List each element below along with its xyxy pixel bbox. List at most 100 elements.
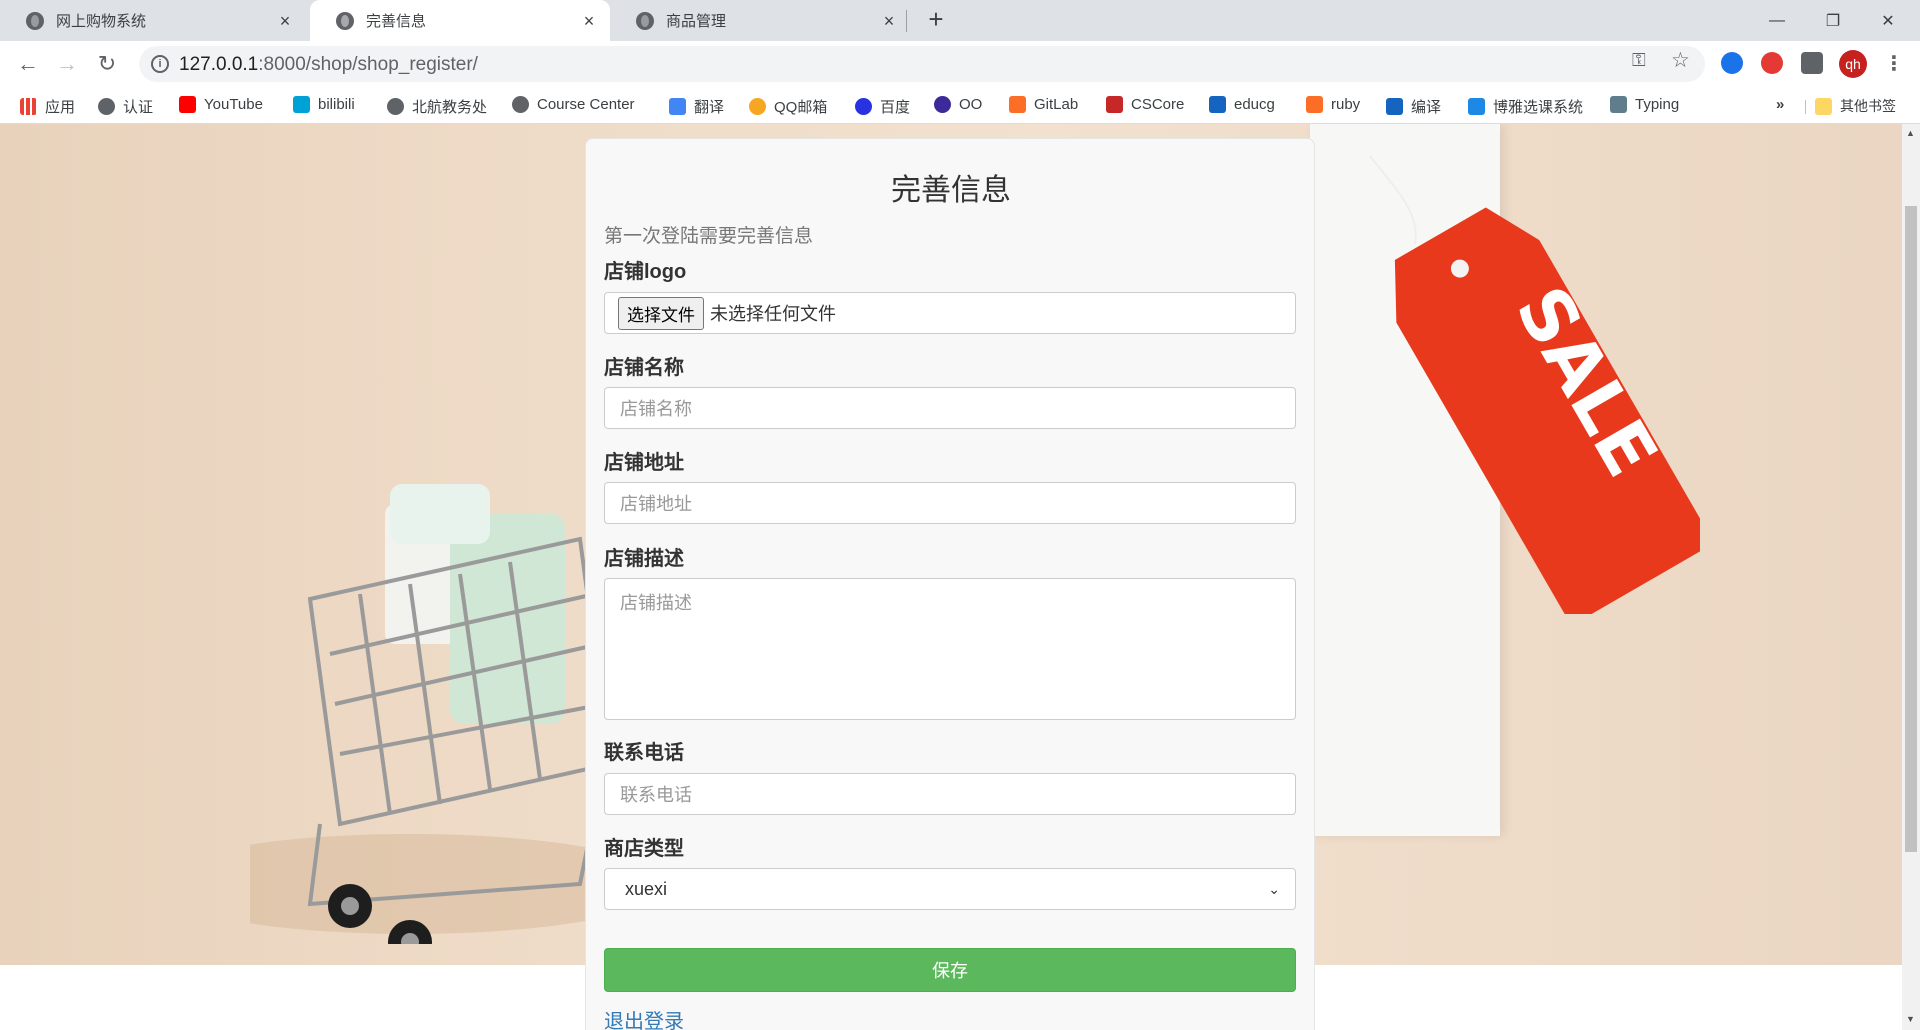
- bookmark-compile[interactable]: 编译: [1386, 96, 1441, 117]
- bookmark-label: educg: [1234, 96, 1275, 113]
- bookmark-label: 编译: [1411, 99, 1442, 116]
- tab-shopping-system[interactable]: 网上购物系统 ×: [0, 0, 306, 41]
- bookmark-bilibili[interactable]: bilibili: [293, 96, 355, 113]
- globe-icon: [387, 98, 404, 115]
- avatar[interactable]: qh: [1839, 50, 1867, 78]
- reload-button[interactable]: ↻: [91, 48, 123, 80]
- bookmark-youtube[interactable]: YouTube: [179, 96, 263, 113]
- scrollbar-thumb[interactable]: [1905, 206, 1917, 852]
- page-viewport: SALE 完善信息 第一次登陆需要完善信息 店铺logo 选择文件 未选择任何文…: [0, 124, 1902, 1030]
- sale-tag-illustration: SALE: [1369, 155, 1700, 614]
- shop-address-label: 店铺地址: [604, 452, 684, 474]
- tab-product-management[interactable]: 商品管理 ×: [610, 0, 910, 41]
- extension-stop-icon[interactable]: [1761, 52, 1783, 74]
- bookmark-baidu[interactable]: 百度: [855, 96, 910, 117]
- bookmark-boya[interactable]: 博雅选课系统: [1468, 96, 1583, 117]
- logout-link[interactable]: 退出登录: [604, 1005, 684, 1030]
- logo-file-input[interactable]: 选择文件 未选择任何文件: [604, 292, 1296, 334]
- other-bookmarks[interactable]: 其他书签: [1815, 96, 1896, 116]
- globe-icon: [98, 98, 115, 115]
- bookmark-ruby[interactable]: ruby: [1306, 96, 1360, 113]
- bookmark-apps[interactable]: 应用: [20, 96, 75, 117]
- browser-toolbar: ← → ↻ i 127.0.0.1:8000/shop/shop_registe…: [0, 41, 1920, 87]
- folder-icon: [1815, 97, 1832, 115]
- globe-icon: [336, 11, 354, 30]
- back-button[interactable]: ←: [12, 48, 44, 80]
- url-path: :8000/shop/shop_register/: [258, 54, 478, 75]
- shop-type-value: xuexi: [625, 878, 668, 899]
- bookmark-qqmail[interactable]: QQ邮箱: [749, 96, 827, 117]
- bookmark-label: Typing: [1635, 96, 1680, 113]
- apps-icon: [20, 98, 37, 115]
- educg-icon: [1209, 96, 1226, 113]
- bookmark-label: CSCore: [1131, 96, 1185, 113]
- youtube-icon: [179, 96, 196, 113]
- bookmark-oo[interactable]: OO: [934, 96, 982, 113]
- tab-title: 商品管理: [666, 13, 727, 30]
- shop-description-textarea[interactable]: 店铺描述: [604, 578, 1296, 720]
- scroll-down-icon[interactable]: ▼: [1906, 1014, 1915, 1024]
- choose-file-button[interactable]: 选择文件: [618, 296, 704, 330]
- gitlab-icon: [1009, 96, 1026, 113]
- puzzle-icon[interactable]: [1801, 52, 1823, 74]
- globe-icon: [512, 96, 529, 113]
- tab-complete-info[interactable]: 完善信息 ×: [310, 0, 610, 41]
- phone-input[interactable]: 联系电话: [604, 773, 1296, 815]
- forward-button[interactable]: →: [51, 48, 83, 80]
- bookmark-label: QQ邮箱: [774, 99, 828, 116]
- bookmark-label: 认证: [123, 99, 154, 116]
- bookmark-label: 北航教务处: [412, 99, 488, 116]
- bookmark-label: GitLab: [1034, 96, 1079, 113]
- file-status: 未选择任何文件: [710, 304, 836, 324]
- bookmark-label: bilibili: [318, 96, 355, 113]
- page-title: 完善信息: [891, 174, 1011, 207]
- bookmark-label: 其他书签: [1840, 98, 1896, 114]
- bookmark-auth[interactable]: 认证: [98, 96, 153, 117]
- educg-icon: [1386, 98, 1403, 115]
- new-tab-button[interactable]: +: [922, 6, 950, 34]
- star-icon[interactable]: ☆: [1671, 48, 1690, 73]
- book-icon: [1468, 98, 1485, 115]
- shop-type-select[interactable]: xuexi ⌄: [604, 868, 1296, 910]
- bookmark-cscore[interactable]: CSCore: [1106, 96, 1184, 113]
- extension-shield-icon[interactable]: [1721, 52, 1743, 74]
- chevron-down-icon: ⌄: [1268, 880, 1280, 897]
- bookmark-buaa-jwc[interactable]: 北航教务处: [387, 96, 487, 117]
- shop-address-input[interactable]: 店铺地址: [604, 482, 1296, 524]
- save-button[interactable]: 保存: [604, 948, 1296, 992]
- address-bar[interactable]: i 127.0.0.1:8000/shop/shop_register/: [139, 46, 1705, 82]
- tab-strip: 网上购物系统 × 完善信息 × 商品管理 × + — ❐ ✕: [0, 0, 1920, 41]
- shop-name-input[interactable]: 店铺名称: [604, 387, 1296, 429]
- translate-icon: [669, 98, 686, 115]
- url-text[interactable]: 127.0.0.1:8000/shop/shop_register/: [179, 54, 478, 76]
- bookmark-typing[interactable]: Typing: [1610, 96, 1679, 113]
- phone-label: 联系电话: [604, 742, 684, 764]
- close-window-button[interactable]: ✕: [1856, 0, 1920, 41]
- close-tab-icon[interactable]: ×: [580, 12, 598, 30]
- qqmail-icon: [749, 98, 766, 115]
- page-scrollbar[interactable]: ▲ ▼: [1902, 124, 1920, 1030]
- gitlab-icon: [1306, 96, 1323, 113]
- bookmark-course-center[interactable]: Course Center: [512, 96, 635, 113]
- tab-divider: [906, 10, 907, 32]
- baidu-icon: [855, 98, 872, 115]
- bookmarks-overflow-button[interactable]: »: [1776, 96, 1784, 113]
- bilibili-icon: [293, 96, 310, 113]
- hexagon-icon: [934, 96, 951, 113]
- scroll-up-icon[interactable]: ▲: [1906, 128, 1915, 138]
- page-subtitle: 第一次登陆需要完善信息: [604, 226, 814, 247]
- bookmark-label: 博雅选课系统: [1493, 99, 1584, 116]
- bookmark-translate[interactable]: 翻译: [669, 96, 724, 117]
- menu-icon[interactable]: ⋮: [1884, 51, 1904, 76]
- key-icon[interactable]: ⚿: [1632, 50, 1646, 71]
- bookmarks-bar: 应用 认证 YouTube bilibili 北航教务处 Course Cent…: [0, 87, 1920, 124]
- close-tab-icon[interactable]: ×: [276, 12, 294, 30]
- site-info-icon[interactable]: i: [151, 55, 169, 73]
- globe-icon: [636, 11, 654, 30]
- bookmark-educg[interactable]: educg: [1209, 96, 1275, 113]
- bookmark-gitlab[interactable]: GitLab: [1009, 96, 1078, 113]
- shop-type-label: 商店类型: [604, 838, 684, 860]
- bookmark-label: 应用: [45, 99, 76, 116]
- bookmark-label: YouTube: [204, 96, 263, 113]
- close-tab-icon[interactable]: ×: [880, 12, 898, 30]
